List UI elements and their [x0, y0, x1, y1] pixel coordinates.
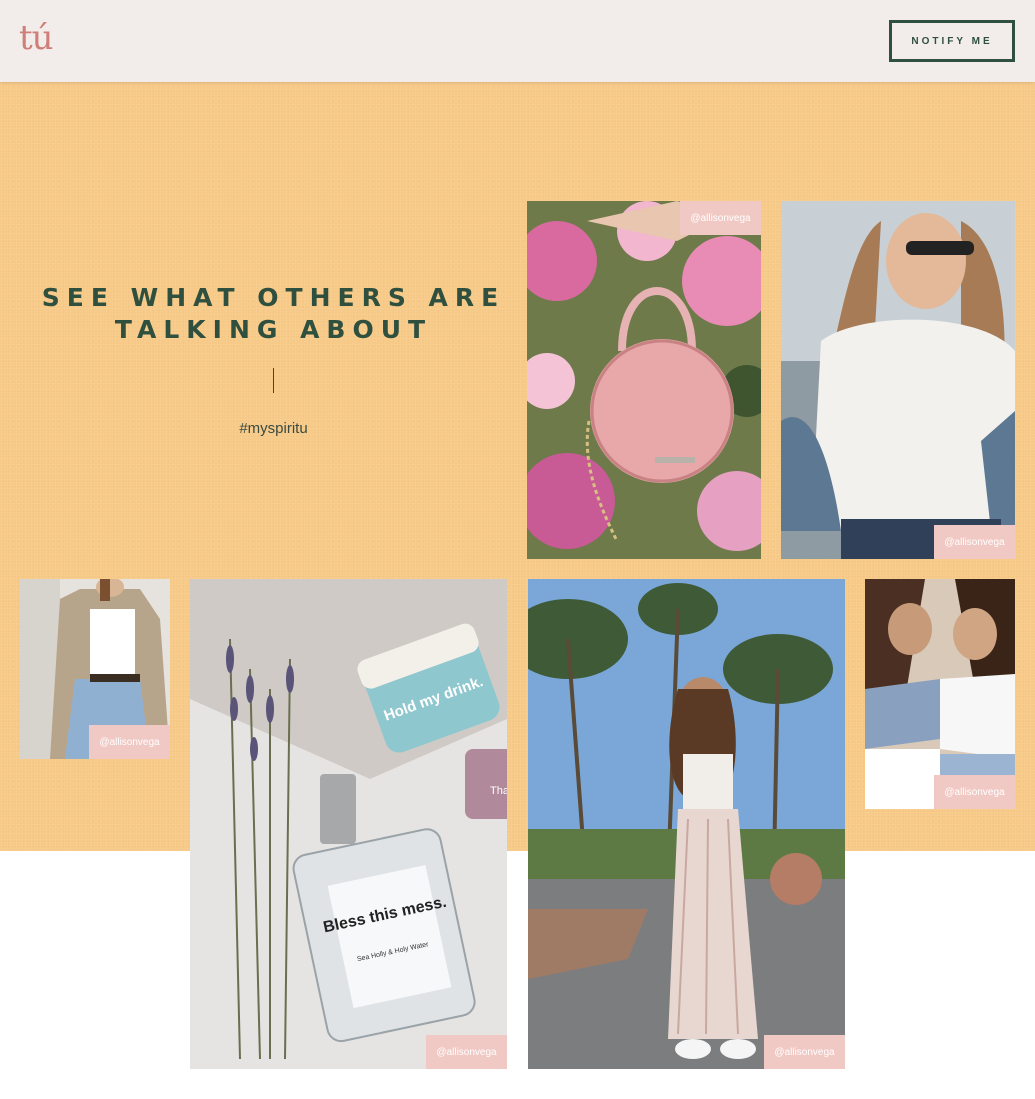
street-photo-image	[528, 579, 845, 1069]
photo-handle-tag[interactable]: @allisonvega	[89, 725, 170, 759]
notify-me-button[interactable]: NOTIFY ME	[889, 20, 1015, 62]
photo-handle-tag[interactable]: @allisonvega	[934, 525, 1015, 559]
gallery-photo-lace-top[interactable]: @allisonvega	[781, 201, 1015, 559]
hashtag-text: #myspiritu	[239, 420, 308, 437]
gallery-photo-friends[interactable]: @allisonvega	[865, 579, 1015, 809]
gallery-photo-handbag[interactable]: @allisonvega	[527, 201, 761, 559]
section-heading: SEE WHAT OTHERS ARE TALKING ABOUT	[20, 282, 527, 346]
photo-handle-tag[interactable]: @allisonvega	[934, 775, 1015, 809]
products-photo-image: Hold my drink. Bless this mess. Sea Holl…	[190, 579, 507, 1069]
brand-logo[interactable]: tú	[19, 18, 54, 58]
gallery-photo-street[interactable]: @allisonvega	[528, 579, 845, 1069]
gallery-photo-products[interactable]: Hold my drink. Bless this mess. Sea Holl…	[190, 579, 507, 1069]
site-header: tú NOTIFY ME	[0, 0, 1035, 82]
heading-line-1: SEE WHAT OTHERS ARE	[41, 283, 506, 312]
lace-top-photo-image	[781, 201, 1015, 559]
heading-line-2: TALKING ABOUT	[114, 315, 433, 344]
photo-handle-tag[interactable]: @allisonvega	[680, 201, 761, 235]
third-product-label: That	[490, 785, 507, 797]
gallery-photo-trench[interactable]: @allisonvega	[20, 579, 170, 759]
handbag-photo-image	[527, 201, 761, 559]
photo-handle-tag[interactable]: @allisonvega	[426, 1035, 507, 1069]
heading-divider	[273, 368, 274, 393]
photo-handle-tag[interactable]: @allisonvega	[764, 1035, 845, 1069]
